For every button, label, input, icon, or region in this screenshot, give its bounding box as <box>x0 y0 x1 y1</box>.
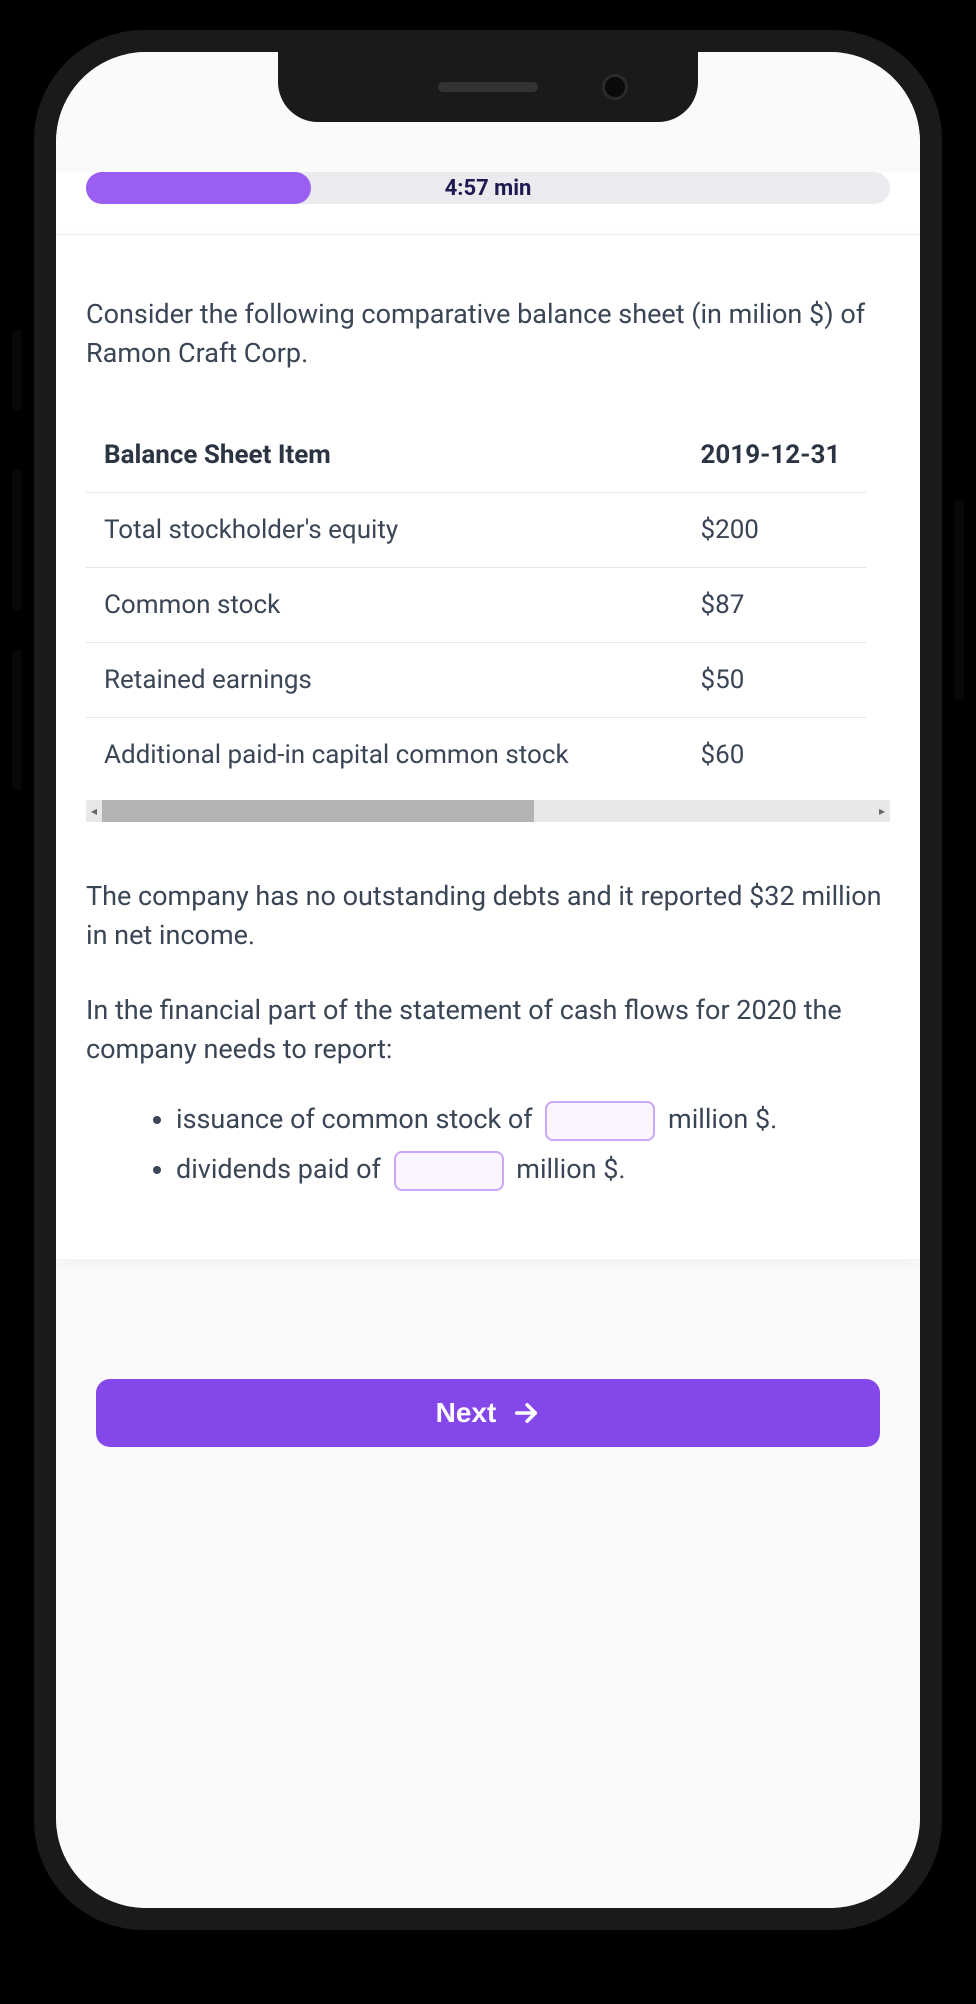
row-label: Additional paid-in capital common stock <box>86 718 682 793</box>
row-label: Total stockholder's equity <box>86 493 682 568</box>
issuance-input[interactable] <box>545 1101 655 1141</box>
dividends-input[interactable] <box>394 1151 504 1191</box>
balance-sheet-table-wrap[interactable]: Balance Sheet Item 2019-12-31 Total stoc… <box>86 418 890 792</box>
scroll-right-arrow-icon[interactable]: ▸ <box>874 804 890 818</box>
scrollbar-track[interactable] <box>102 800 874 822</box>
table-row: Total stockholder's equity $200 <box>86 493 866 568</box>
next-button-label: Next <box>436 1397 497 1429</box>
horizontal-scrollbar[interactable]: ◂ ▸ <box>86 800 890 822</box>
next-button[interactable]: Next <box>96 1379 880 1447</box>
timer-label: 4:57 min <box>445 176 532 201</box>
bullet-text: dividends paid of <box>176 1153 388 1185</box>
row-value: $50 <box>682 643 866 718</box>
row-value: $200 <box>682 493 866 568</box>
progress-bar: 4:57 min <box>86 172 890 204</box>
table-row: Additional paid-in capital common stock … <box>86 718 866 793</box>
context-paragraph-1: The company has no outstanding debts and… <box>86 877 890 955</box>
front-camera <box>602 74 628 100</box>
question-card: Consider the following comparative balan… <box>56 235 920 1259</box>
col-header-2019: 2019-12-31 <box>682 418 866 493</box>
col-header-item: Balance Sheet Item <box>86 418 682 493</box>
bullet-text: issuance of common stock of <box>176 1103 539 1135</box>
bullet-text: million $. <box>661 1103 777 1135</box>
speaker-grille <box>438 82 538 92</box>
phone-frame: 4:57 min Consider the following comparat… <box>34 30 942 1930</box>
table-row: Retained earnings $50 <box>86 643 866 718</box>
scrollbar-thumb[interactable] <box>102 800 534 822</box>
progress-fill <box>86 172 311 204</box>
scroll-left-arrow-icon[interactable]: ◂ <box>86 804 102 818</box>
arrow-right-icon <box>512 1399 540 1427</box>
answer-bullet-list: issuance of common stock of million $. d… <box>86 1099 890 1191</box>
context-paragraph-2: In the financial part of the statement o… <box>86 991 890 1069</box>
bullet-text: million $. <box>510 1153 626 1185</box>
list-item: dividends paid of million $. <box>176 1149 890 1191</box>
table-row: Common stock $87 <box>86 568 866 643</box>
row-label: Common stock <box>86 568 682 643</box>
list-item: issuance of common stock of million $. <box>176 1099 890 1141</box>
phone-notch <box>278 52 698 122</box>
balance-sheet-table: Balance Sheet Item 2019-12-31 Total stoc… <box>86 418 866 792</box>
row-value: $60 <box>682 718 866 793</box>
question-prompt: Consider the following comparative balan… <box>86 295 890 373</box>
screen: 4:57 min Consider the following comparat… <box>56 52 920 1908</box>
row-label: Retained earnings <box>86 643 682 718</box>
row-value: $87 <box>682 568 866 643</box>
